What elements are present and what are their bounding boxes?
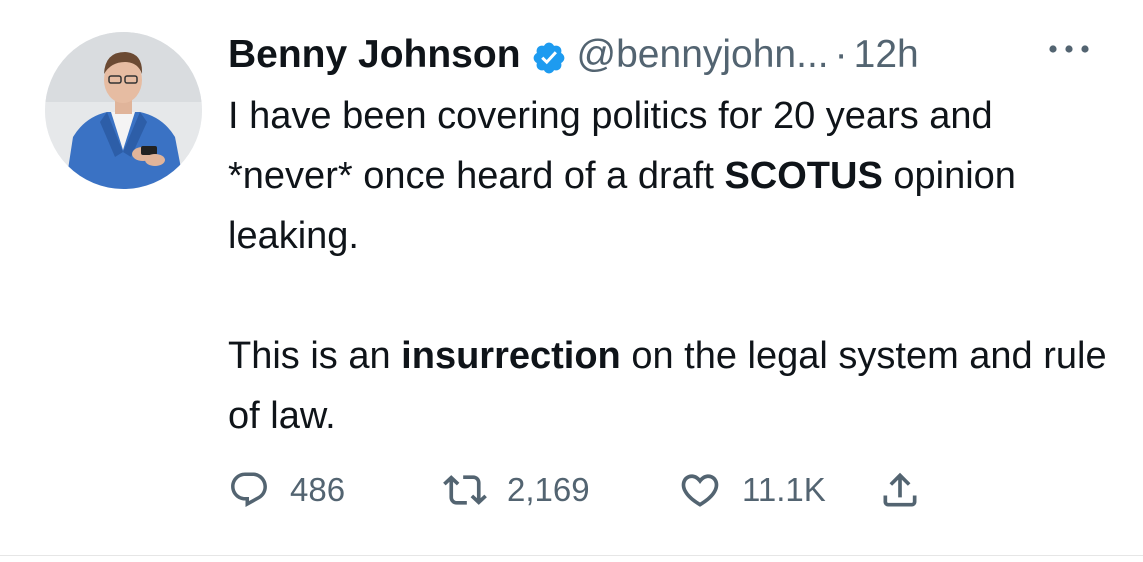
author-display-name[interactable]: Benny Johnson — [228, 28, 521, 82]
tweet-timestamp[interactable]: 12h — [854, 28, 919, 82]
tweet-text-segment: This is an — [228, 335, 402, 377]
retweet-count: 2,169 — [507, 471, 590, 508]
retweet-icon — [443, 475, 487, 505]
verified-badge-icon — [531, 37, 567, 74]
avatar-photo — [45, 32, 202, 189]
heart-icon — [681, 474, 719, 507]
retweet-button[interactable]: 2,169 — [443, 460, 590, 520]
reply-icon — [231, 472, 267, 507]
tweet-header: Benny Johnson @bennyjohn... · 12h — [228, 28, 919, 82]
tweet-text-bold: insurrection — [401, 335, 621, 377]
tweet-paragraph-1: I have been covering politics for 20 yea… — [228, 86, 1108, 266]
tweet-text-bold: SCOTUS — [724, 155, 883, 197]
avatar[interactable] — [45, 32, 202, 189]
tweet-actions: 486 2,169 11.1K — [228, 460, 968, 520]
tweet-paragraph-2: This is an insurrection on the legal sys… — [228, 326, 1108, 446]
author-handle[interactable]: @bennyjohn... — [577, 28, 829, 82]
share-button[interactable] — [878, 460, 922, 520]
tweet-text: I have been covering politics for 20 yea… — [228, 86, 1108, 446]
reply-count: 486 — [290, 471, 346, 508]
like-count: 11.1K — [742, 471, 826, 508]
separator-dot: · — [834, 33, 848, 76]
like-button[interactable]: 11.1K — [678, 460, 826, 520]
share-icon — [883, 472, 917, 507]
reply-button[interactable]: 486 — [228, 460, 345, 520]
tweet-card[interactable]: Benny Johnson @bennyjohn... · 12h I have… — [0, 0, 1143, 555]
more-horizontal-icon[interactable] — [1046, 38, 1092, 60]
tweet-divider — [0, 555, 1143, 556]
